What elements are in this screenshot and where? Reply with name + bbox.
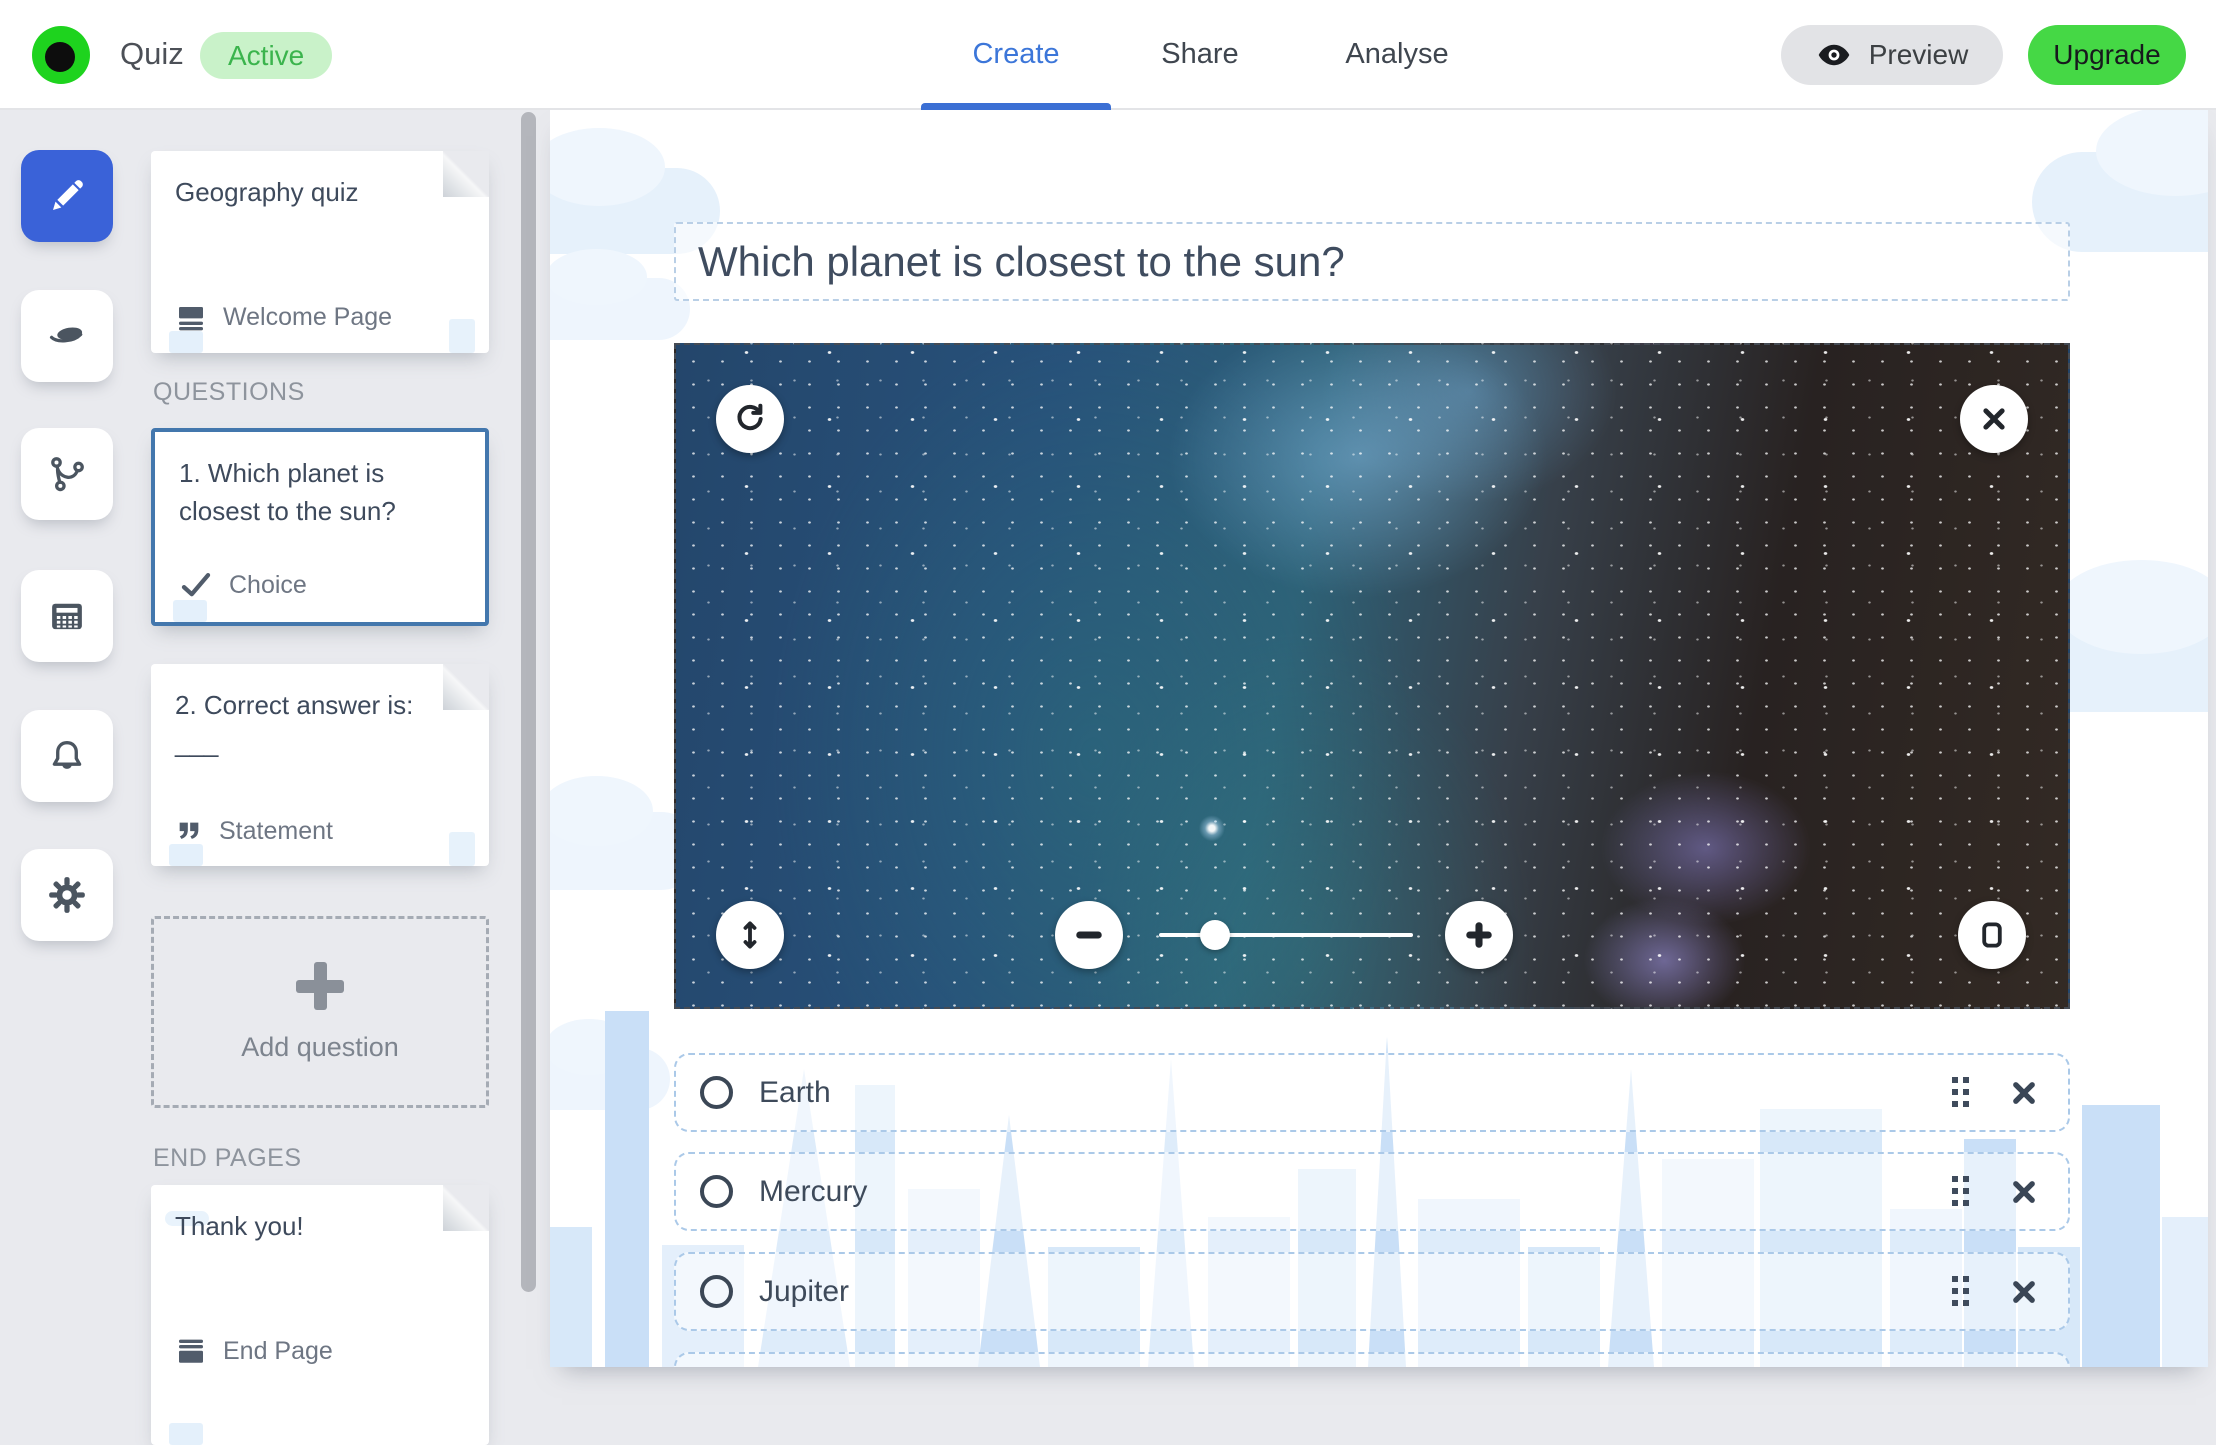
welcome-page-icon (175, 301, 207, 333)
plus-icon (1462, 918, 1496, 952)
minus-icon (1072, 918, 1106, 952)
pencil-icon (47, 176, 87, 216)
option-label[interactable]: Mercury (759, 1175, 1952, 1209)
card-watermark (449, 832, 475, 866)
rail-item-notifications[interactable] (21, 710, 113, 802)
add-question-label: Add question (241, 1032, 399, 1063)
check-icon (179, 568, 213, 602)
vertical-arrows-icon (733, 918, 767, 952)
status-badge: Active (200, 32, 332, 79)
close-icon (1979, 404, 2009, 434)
rail-item-logic[interactable] (21, 428, 113, 520)
end-pages-section-label: END PAGES (153, 1144, 302, 1173)
card-watermark (173, 600, 207, 622)
option-row[interactable]: Jupiter (674, 1252, 2070, 1331)
card-watermark (449, 319, 475, 353)
frame-icon (1975, 918, 2009, 952)
question-image[interactable] (674, 343, 2070, 1009)
welcome-card-title: Geography quiz (175, 173, 429, 211)
option-row-partial[interactable] (674, 1352, 2070, 1367)
eye-icon (1816, 37, 1852, 73)
questions-section-label: QUESTIONS (153, 378, 305, 407)
rail-item-calculator[interactable] (21, 570, 113, 662)
radio-icon[interactable] (700, 1076, 733, 1109)
question-2-type: Statement (219, 817, 333, 846)
add-question-button[interactable]: Add question (151, 916, 489, 1108)
remove-image-button[interactable] (1960, 385, 2028, 453)
bell-icon (46, 735, 88, 777)
preview-label: Preview (1869, 39, 1969, 71)
vertical-resize-button[interactable] (716, 901, 784, 969)
card-watermark (169, 844, 203, 866)
end-card-type: End Page (223, 1337, 333, 1366)
radio-icon[interactable] (700, 1175, 733, 1208)
zoom-out-button[interactable] (1055, 901, 1123, 969)
quote-icon (175, 818, 203, 846)
option-label[interactable]: Earth (759, 1076, 1952, 1110)
option-row[interactable]: Mercury (674, 1152, 2070, 1231)
fit-frame-button[interactable] (1958, 901, 2026, 969)
calculator-icon (46, 595, 88, 637)
active-tab-underline (921, 103, 1111, 110)
tab-share[interactable]: Share (1161, 0, 1238, 108)
card-watermark (169, 1423, 203, 1445)
app-logo[interactable] (32, 26, 90, 84)
drag-handle-icon[interactable] (1952, 1077, 1970, 1108)
tab-analyse[interactable]: Analyse (1345, 0, 1448, 108)
rotate-image-button[interactable] (716, 385, 784, 453)
delete-option-icon[interactable] (2010, 1278, 2038, 1306)
end-page-card[interactable]: Thank you! End Page (151, 1185, 489, 1445)
question-card-2[interactable]: 2. Correct answer is: ___ Statement (151, 664, 489, 866)
style-icon (46, 315, 88, 357)
delete-option-icon[interactable] (2010, 1079, 2038, 1107)
question-card-1[interactable]: 1. Which planet is closest to the sun? C… (151, 428, 489, 626)
question-2-title: 2. Correct answer is: ___ (175, 686, 429, 762)
quiz-title: Quiz (120, 0, 184, 110)
branch-icon (46, 453, 88, 495)
tab-create[interactable]: Create (972, 0, 1059, 108)
rail-item-style[interactable] (21, 290, 113, 382)
upgrade-button[interactable]: Upgrade (2028, 25, 2186, 85)
zoom-slider-handle[interactable] (1200, 920, 1230, 950)
top-bar: Quiz Active Create Share Analyse Preview… (0, 0, 2216, 110)
radio-icon[interactable] (700, 1275, 733, 1308)
plus-icon (296, 962, 344, 1010)
question-1-title: 1. Which planet is closest to the sun? (179, 454, 425, 530)
zoom-slider-track[interactable] (1159, 933, 1413, 937)
question-title-input[interactable]: Which planet is closest to the sun? (674, 222, 2070, 301)
end-card-title: Thank you! (175, 1207, 429, 1245)
panel-scrollbar[interactable] (521, 112, 536, 1292)
editor-canvas: Which planet is closest to the sun? (550, 110, 2208, 1367)
cloud-decoration (550, 278, 690, 340)
drag-handle-icon[interactable] (1952, 1276, 1970, 1307)
rail-item-build[interactable] (21, 150, 113, 242)
card-watermark (169, 331, 203, 353)
option-row[interactable]: Earth (674, 1053, 2070, 1132)
rail-item-settings[interactable] (21, 849, 113, 941)
option-label[interactable]: Jupiter (759, 1275, 1952, 1309)
logo-pupil (45, 42, 75, 72)
preview-button[interactable]: Preview (1781, 25, 2003, 85)
gear-icon (46, 874, 88, 916)
welcome-page-card[interactable]: Geography quiz Welcome Page (151, 151, 489, 353)
zoom-in-button[interactable] (1445, 901, 1513, 969)
drag-handle-icon[interactable] (1952, 1176, 1970, 1207)
end-page-icon (175, 1335, 207, 1367)
rotate-icon (732, 401, 768, 437)
welcome-card-type: Welcome Page (223, 303, 392, 332)
question-1-type: Choice (229, 571, 307, 600)
delete-option-icon[interactable] (2010, 1178, 2038, 1206)
